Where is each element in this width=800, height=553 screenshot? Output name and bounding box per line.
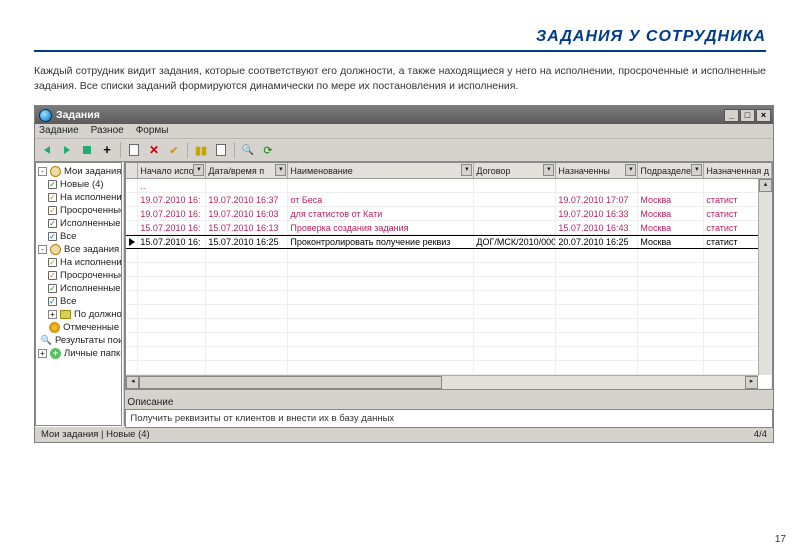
tree-item-done2[interactable]: Исполненные — [60, 282, 120, 295]
person-icon — [50, 244, 61, 255]
col-contract[interactable]: Договор — [476, 166, 510, 176]
menu-forms[interactable]: Формы — [136, 125, 169, 136]
page-number: 17 — [775, 534, 786, 545]
toolbar: + ✕ ✔ ▮▮ 🔍 ⟳ — [35, 139, 773, 162]
approve-button[interactable]: ✔ — [165, 141, 183, 159]
tree-item-all2[interactable]: Все — [60, 295, 76, 308]
scrollbar-vertical[interactable]: ▴ — [758, 179, 772, 375]
tree-item-exec[interactable]: На исполнении — [60, 191, 122, 204]
menu-misc[interactable]: Разное — [91, 125, 124, 136]
tree-item-new[interactable]: Новые (4) — [60, 178, 104, 191]
body-text: Каждый сотрудник видит задания, которые … — [34, 64, 766, 93]
titlebar: Задания _ □ × — [35, 106, 773, 124]
tree-item-overdue[interactable]: Просроченные — [60, 204, 122, 217]
scrollbar-horizontal[interactable]: ◂▸ — [126, 375, 758, 389]
column-button[interactable]: ▮▮ — [192, 141, 210, 159]
add-button[interactable]: + — [98, 141, 116, 159]
tree-item-all[interactable]: Все — [60, 230, 76, 243]
app-window: Задания _ □ × Задание Разное Формы + ✕ ✔… — [34, 105, 774, 443]
find-button[interactable]: 🔍 — [239, 141, 257, 159]
menu-task[interactable]: Задание — [39, 125, 79, 136]
new-doc-button[interactable] — [125, 141, 143, 159]
plus-folder-icon: + — [50, 348, 61, 359]
tree-item-done[interactable]: Исполненные — [60, 217, 120, 230]
dropdown-icon[interactable]: ▾ — [543, 164, 554, 176]
check-orange-icon — [48, 193, 57, 202]
dropdown-icon[interactable]: ▾ — [275, 164, 286, 176]
expand-icon[interactable]: + — [48, 310, 57, 319]
statusbar: Мои задания | Новые (4) 4/4 — [35, 426, 773, 442]
check-orange-icon — [48, 258, 57, 267]
nav-stop-button[interactable] — [78, 141, 96, 159]
tree-root-my[interactable]: Мои задания — [64, 165, 121, 178]
table-row[interactable]: 19.07.2010 16:19.07.2010 16:37от Беса19.… — [126, 193, 772, 207]
check-blue-icon — [48, 297, 57, 306]
tree-item-positions[interactable]: По должностям — [74, 308, 122, 321]
grid-header: Начало испо▾ Дата/время п▾ Наименование▾… — [126, 163, 772, 179]
col-due[interactable]: Назначенная д — [706, 166, 769, 176]
expand-icon[interactable]: - — [38, 167, 47, 176]
close-button[interactable]: × — [756, 109, 771, 122]
dropdown-icon[interactable]: ▾ — [461, 164, 472, 176]
app-icon — [39, 109, 52, 122]
tree-root-all[interactable]: Все задания — [64, 243, 119, 256]
maximize-button[interactable]: □ — [740, 109, 755, 122]
tree-search[interactable]: Результаты поиска — [55, 334, 122, 347]
tree-personal[interactable]: Личные папки — [64, 347, 122, 360]
dropdown-icon[interactable]: ▾ — [193, 164, 204, 176]
col-name[interactable]: Наименование — [290, 166, 352, 176]
tree-marked[interactable]: Отмеченные — [63, 321, 119, 334]
nav-next-button[interactable] — [58, 141, 76, 159]
check-orange-icon — [48, 206, 57, 215]
refresh-button[interactable]: ⟳ — [259, 141, 277, 159]
tree-item-exec2[interactable]: На исполнении — [60, 256, 122, 269]
page-button[interactable] — [212, 141, 230, 159]
person-icon — [50, 166, 61, 177]
table-row[interactable]: 15.07.2010 16:15.07.2010 16:25Проконтрол… — [126, 235, 772, 249]
check-green-icon — [48, 180, 57, 189]
check-orange-icon — [48, 271, 57, 280]
check-green-icon — [48, 284, 57, 293]
table-row[interactable]: 15.07.2010 16:15.07.2010 16:13Проверка с… — [126, 221, 772, 235]
delete-button[interactable]: ✕ — [145, 141, 163, 159]
col-assigned[interactable]: Назначенны — [558, 166, 609, 176]
mark-icon — [49, 322, 60, 333]
search-icon: 🔍 — [41, 335, 52, 346]
col-datetime[interactable]: Дата/время п — [208, 166, 264, 176]
description-box[interactable]: Получить реквизиты от клиентов и внести … — [125, 409, 773, 428]
tree-item-overdue2[interactable]: Просроченные — [60, 269, 122, 282]
dropdown-icon[interactable]: ▾ — [691, 164, 702, 176]
expand-icon[interactable]: + — [38, 349, 47, 358]
tree-panel: - Мои задания Новые (4) На исполнении Про… — [35, 162, 122, 426]
col-start[interactable]: Начало испо — [140, 166, 193, 176]
page-title: ЗАДАНИЯ У СОТРУДНИКА — [536, 28, 766, 46]
table-row[interactable]: 19.07.2010 16:19.07.2010 16:03для статис… — [126, 207, 772, 221]
check-blue-icon — [48, 232, 57, 241]
menubar: Задание Разное Формы — [35, 124, 773, 139]
task-grid: Начало испо▾ Дата/время п▾ Наименование▾… — [125, 162, 773, 390]
nav-prev-button[interactable] — [38, 141, 56, 159]
minimize-button[interactable]: _ — [724, 109, 739, 122]
description-label: Описание — [125, 394, 773, 409]
window-title: Задания — [56, 109, 100, 121]
status-count: 4/4 — [754, 429, 767, 440]
expand-icon[interactable]: - — [38, 245, 47, 254]
dropdown-icon[interactable]: ▾ — [625, 164, 636, 176]
folder-icon — [60, 310, 71, 319]
status-path: Мои задания | Новые (4) — [41, 429, 150, 440]
check-green-icon — [48, 219, 57, 228]
